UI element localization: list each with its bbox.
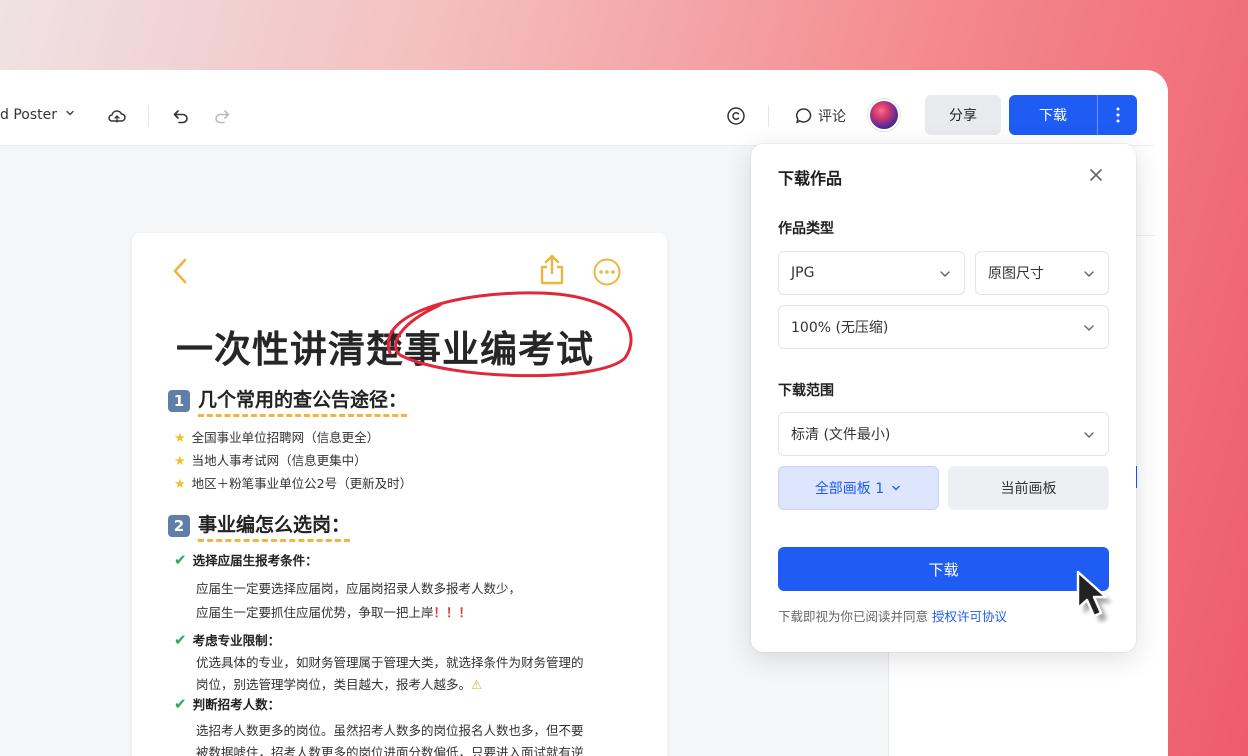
chevron-down-icon — [1084, 325, 1094, 331]
work-type-label: 作品类型 — [778, 221, 834, 237]
comment-icon — [795, 108, 812, 124]
back-chevron-icon — [173, 258, 187, 284]
check-icon: ✔ — [174, 551, 187, 569]
top-toolbar: d Poster 评论 分享 下载 — [0, 85, 1154, 146]
toolbar-divider — [148, 105, 149, 127]
comment-label: 评论 — [818, 109, 846, 125]
quality-value: 100% (无压缩) — [791, 320, 889, 336]
all-boards-label: 全部画板 1 — [814, 481, 885, 497]
toolbar-divider — [768, 105, 769, 127]
sub-heading: ✔ 判断招考人数： — [174, 695, 281, 713]
sub-heading: ✔ 考虑专业限制： — [174, 631, 281, 649]
section-heading-text: 事业编怎么选岗： — [198, 510, 351, 542]
resolution-select[interactable]: 标清 (文件最小) — [778, 412, 1109, 456]
exclamation-text: ！！！ — [433, 605, 472, 620]
chevron-down-icon — [1084, 432, 1094, 438]
chevron-down-icon — [892, 485, 900, 491]
warning-icon: ⚠ — [471, 677, 483, 692]
format-select[interactable]: JPG — [778, 251, 965, 295]
body-line: 被数据唬住，招考人数更多的岗位进面分数偏低，只要进入面试就有逆 — [196, 745, 584, 756]
chevron-down-icon[interactable] — [64, 107, 76, 119]
section-heading-2: 2 事业编怎么选岗： — [168, 510, 351, 542]
share-button[interactable]: 分享 — [925, 95, 1001, 135]
copyright-icon[interactable] — [725, 105, 747, 127]
license-notice: 下载即视为你已阅读并同意 授权许可协议 — [778, 609, 1008, 624]
check-icon: ✔ — [174, 695, 187, 713]
body-line: 应届生一定要抓住应届优势，争取一把上岸！！！ — [196, 605, 472, 620]
section-heading-1: 1 几个常用的查公告途径： — [168, 385, 408, 417]
dialog-download-button[interactable]: 下载 — [778, 547, 1109, 591]
size-value: 原图尺寸 — [988, 266, 1044, 282]
avatar[interactable] — [868, 99, 900, 131]
license-agreement-link[interactable]: 授权许可协议 — [932, 609, 1007, 624]
sub-heading: ✔ 选择应届生报考条件： — [174, 551, 318, 569]
body-line: 选招考人数更多的岗位。虽然招考人数多的岗位报名人数也多，但不要 — [196, 723, 584, 738]
comment-button[interactable]: 评论 — [794, 105, 846, 127]
quality-select[interactable]: 100% (无压缩) — [778, 305, 1109, 349]
body-line: 应届生一定要选择应届岗，应届岗招录人数多报考人数少， — [196, 581, 522, 596]
star-icon: ★ — [174, 454, 186, 469]
download-range-label: 下载范围 — [778, 383, 834, 399]
close-icon[interactable] — [1087, 166, 1105, 184]
cloud-sync-icon[interactable] — [106, 105, 128, 127]
size-select[interactable]: 原图尺寸 — [975, 251, 1109, 295]
number-badge: 1 — [168, 390, 190, 412]
list-item: ★ 当地人事考试网（信息更集中） — [174, 453, 367, 469]
resolution-value: 标清 (文件最小) — [791, 427, 891, 443]
check-icon: ✔ — [174, 631, 187, 649]
undo-icon[interactable] — [170, 105, 192, 127]
dialog-title: 下载作品 — [778, 169, 843, 188]
chevron-down-icon — [1084, 271, 1094, 277]
star-icon: ★ — [174, 477, 186, 492]
poster-artboard[interactable]: 一次性讲清楚事业编考试 1 几个常用的查公告途径： ★ 全国事业单位招聘网（信息更… — [132, 233, 667, 756]
mouse-pointer-icon — [1076, 570, 1112, 622]
chevron-down-icon — [940, 271, 950, 277]
download-button[interactable]: 下载 — [1009, 95, 1097, 135]
number-badge: 2 — [168, 515, 190, 537]
list-item: ★ 地区＋粉笔事业单位公2号（更新及时） — [174, 476, 413, 492]
red-circle-annotation — [386, 291, 633, 378]
more-vertical-icon[interactable] — [1098, 95, 1137, 135]
download-button-group: 下载 — [1009, 95, 1137, 135]
section-heading-text: 几个常用的查公告途径： — [198, 385, 408, 417]
current-board-button[interactable]: 当前画板 — [948, 466, 1109, 510]
all-boards-button[interactable]: 全部画板 1 — [778, 466, 939, 510]
star-icon: ★ — [174, 431, 186, 446]
redo-icon[interactable] — [211, 105, 233, 127]
format-value: JPG — [791, 265, 815, 281]
document-name[interactable]: d Poster — [0, 107, 57, 123]
body-line: 优选具体的专业，如财务管理属于管理大类，就选择条件为财务管理的 — [196, 655, 584, 670]
list-item: ★ 全国事业单位招聘网（信息更全） — [174, 430, 380, 446]
share-upload-icon — [540, 254, 564, 285]
body-line: 岗位，别选管理学岗位，类目越大，报考人越多。⚠ — [196, 677, 483, 692]
